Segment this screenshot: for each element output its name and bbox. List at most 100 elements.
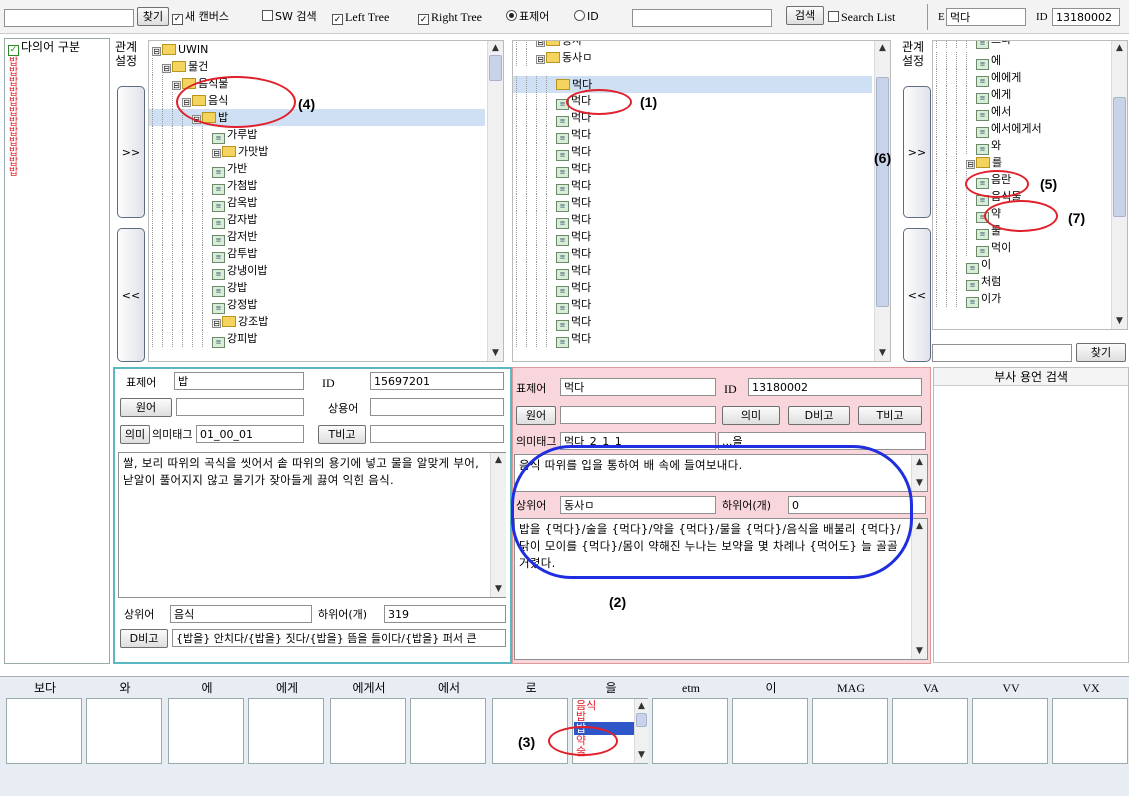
left-common-input[interactable] xyxy=(370,398,504,416)
scroll-thumb[interactable] xyxy=(876,77,889,307)
right-id-input[interactable] xyxy=(748,378,922,396)
tree-node[interactable]: ≡ 에 xyxy=(933,52,1109,70)
tree-node[interactable]: ≡ 에게 xyxy=(933,86,1109,104)
tree-node[interactable]: ≡ 감옥밥 xyxy=(149,194,485,212)
right-find-button[interactable]: 찾기 xyxy=(1076,343,1126,362)
expand-toggle-icon[interactable]: ⊟ xyxy=(172,81,181,90)
bottom-column-list[interactable] xyxy=(652,698,728,764)
tree-node[interactable]: ≡ 먹다 xyxy=(513,296,872,314)
tree-node[interactable]: ≡ 먹다 xyxy=(513,160,872,178)
left-t-note-button[interactable]: T비고 xyxy=(318,425,366,444)
middle-tree[interactable]: ⊟ 동사 ⊟ 동사ㅁ 먹다 ≡ 먹다 ≡ 먹다 ≡ 먹다 ≡ 먹다 ≡ 먹다 ≡ 먹다 ≡ 먹다 ≡ 먹다 ≡ 먹다 ≡ 먹다 ≡… xyxy=(512,40,891,362)
bottom-column-list[interactable] xyxy=(892,698,968,764)
tree-node[interactable]: 먹다 xyxy=(513,76,872,93)
right-d-note-button[interactable]: D비고 xyxy=(788,406,850,425)
tree-node[interactable]: ≡ 에서 xyxy=(933,103,1109,121)
left-d-note-button[interactable]: D비고 xyxy=(120,629,168,648)
left-d-note-input[interactable] xyxy=(172,629,506,647)
bottom-column-list[interactable] xyxy=(410,698,486,764)
top-id-input[interactable] xyxy=(1052,8,1120,26)
bottom-column-list[interactable] xyxy=(812,698,888,764)
e-word-input[interactable] xyxy=(946,8,1026,26)
polysemy-list[interactable]: 밥밥밥밥밥밥밥밥밥밥밥밥 xyxy=(9,58,21,178)
left-hyper-input[interactable] xyxy=(170,605,312,623)
tree-node[interactable]: ≡ 먹이 xyxy=(933,239,1109,257)
tree-node[interactable]: ≡ 먹다 xyxy=(513,330,872,348)
tree-node[interactable]: ≡ 먹다 xyxy=(513,228,872,246)
tree-node[interactable]: ≡ 먹다 xyxy=(513,126,872,144)
bottom-column-list[interactable] xyxy=(6,698,82,764)
right-examples-scrollbar[interactable]: ▲ ▼ xyxy=(911,519,927,659)
polysemy-checkbox[interactable]: ✓ 다의어 구분 xyxy=(8,40,80,56)
new-canvas-checkbox[interactable]: ✓ 새 캔버스 xyxy=(172,10,229,25)
tree-node[interactable]: ≡ 먹다 xyxy=(513,143,872,161)
tree-node[interactable]: ≡ 가첨밥 xyxy=(149,177,485,195)
bottom-column-list[interactable] xyxy=(972,698,1048,764)
search-button[interactable]: 검색 xyxy=(786,6,824,25)
tree-node[interactable]: ≡ 강냉이밥 xyxy=(149,262,485,280)
tree-node[interactable]: ≡ 먹다 xyxy=(513,177,872,195)
tree-node[interactable]: ≡ 감저반 xyxy=(149,228,485,246)
tree-node[interactable]: ≡ 먹다 xyxy=(513,109,872,127)
bottom-column-list[interactable] xyxy=(86,698,162,764)
left-source-button[interactable]: 원어 xyxy=(120,398,172,417)
tree-node[interactable]: ≡ 처럼 xyxy=(933,273,1109,291)
scroll-down-icon[interactable]: ▼ xyxy=(488,346,503,361)
right-headword-input[interactable] xyxy=(560,378,716,396)
expand-toggle-icon[interactable]: ⊟ xyxy=(162,64,171,73)
expand-toggle-icon[interactable]: ⊟ xyxy=(212,149,221,158)
tree-node[interactable]: ≡ 먹다 xyxy=(513,194,872,212)
tree-node[interactable]: ⊟ 강조밥 xyxy=(149,313,485,330)
tree-scrollbar[interactable]: ▲ ▼ xyxy=(874,41,890,361)
tree-node[interactable]: ≡ 와 xyxy=(933,137,1109,155)
find-button[interactable]: 찾기 xyxy=(137,7,169,26)
eul-list-item[interactable]: 밥 xyxy=(574,711,626,722)
eul-list-scrollbar[interactable]: ▲ ▼ xyxy=(634,699,648,763)
scroll-thumb[interactable] xyxy=(489,55,502,81)
tree-node[interactable]: ⊟ UWIN xyxy=(149,41,485,58)
right-source-input[interactable] xyxy=(560,406,716,424)
scroll-up-icon[interactable]: ▲ xyxy=(1112,41,1127,56)
id-search-input[interactable] xyxy=(632,9,772,27)
tree-node[interactable]: ≡ 강밥 xyxy=(149,279,485,297)
tree-node[interactable]: ≡ 먹다 xyxy=(513,211,872,229)
scroll-down-icon[interactable]: ▼ xyxy=(875,346,890,361)
expand-toggle-icon[interactable]: ⊟ xyxy=(536,41,545,47)
left-sense-button[interactable]: 의미 xyxy=(120,425,150,444)
bottom-column-list[interactable] xyxy=(168,698,244,764)
search-list-checkbox[interactable]: Search List xyxy=(828,10,895,24)
scroll-up-icon[interactable]: ▲ xyxy=(875,41,890,56)
tree-node[interactable]: ≡ 감투밥 xyxy=(149,245,485,263)
bottom-column-list[interactable] xyxy=(1052,698,1128,764)
tree-node[interactable]: ≡ 강정밥 xyxy=(149,296,485,314)
bottom-column-list[interactable] xyxy=(330,698,406,764)
headword-radio[interactable]: 표제어 xyxy=(506,10,549,24)
right-t-note-button[interactable]: T비고 xyxy=(858,406,922,425)
tree-node[interactable]: ⊟ 동사 xyxy=(513,41,872,49)
tree-node[interactable]: ⊟ 동사ㅁ xyxy=(513,49,872,66)
tree-node[interactable]: ≡ 감자밥 xyxy=(149,211,485,229)
tree-node[interactable]: ≡ 에에게 xyxy=(933,69,1109,87)
tree-node[interactable]: ≡ 먹다 xyxy=(513,279,872,297)
tree-node[interactable]: ≡ 강피밥 xyxy=(149,330,485,348)
id-radio[interactable]: ID xyxy=(574,10,599,24)
tree-scrollbar[interactable]: ▲ ▼ xyxy=(487,41,503,361)
tree-node[interactable]: ≡으다 xyxy=(933,41,1109,49)
expand-toggle-icon[interactable]: ⊟ xyxy=(966,160,975,169)
expand-toggle-icon[interactable]: ⊟ xyxy=(212,319,221,328)
tree-node[interactable]: ≡ 가루밥 xyxy=(149,126,485,144)
left-definition-scrollbar[interactable]: ▲ ▼ xyxy=(490,453,506,597)
expand-toggle-icon[interactable]: ⊟ xyxy=(152,47,161,56)
right-sense-button[interactable]: 의미 xyxy=(722,406,780,425)
left-t-note-input[interactable] xyxy=(370,425,504,443)
tree-node[interactable]: ≡ 가반 xyxy=(149,160,485,178)
move-right-button-right[interactable]: >> xyxy=(903,86,931,218)
move-right-button-left[interactable]: >> xyxy=(117,86,145,218)
scroll-up-icon[interactable]: ▲ xyxy=(488,41,503,56)
right-tree-checkbox[interactable]: ✓ Right Tree xyxy=(418,10,482,25)
right-definition-scrollbar[interactable]: ▲ ▼ xyxy=(911,455,927,491)
tree-node[interactable]: ⊟ 를 xyxy=(933,154,1109,171)
left-definition-textarea[interactable]: 쌀, 보리 따위의 곡식을 씻어서 솥 따위의 용기에 넣고 물을 알맞게 부어… xyxy=(118,452,506,598)
tree-node[interactable]: ≡ 에서에게서 xyxy=(933,120,1109,138)
tree-node[interactable]: ≡ 먹다 xyxy=(513,313,872,331)
